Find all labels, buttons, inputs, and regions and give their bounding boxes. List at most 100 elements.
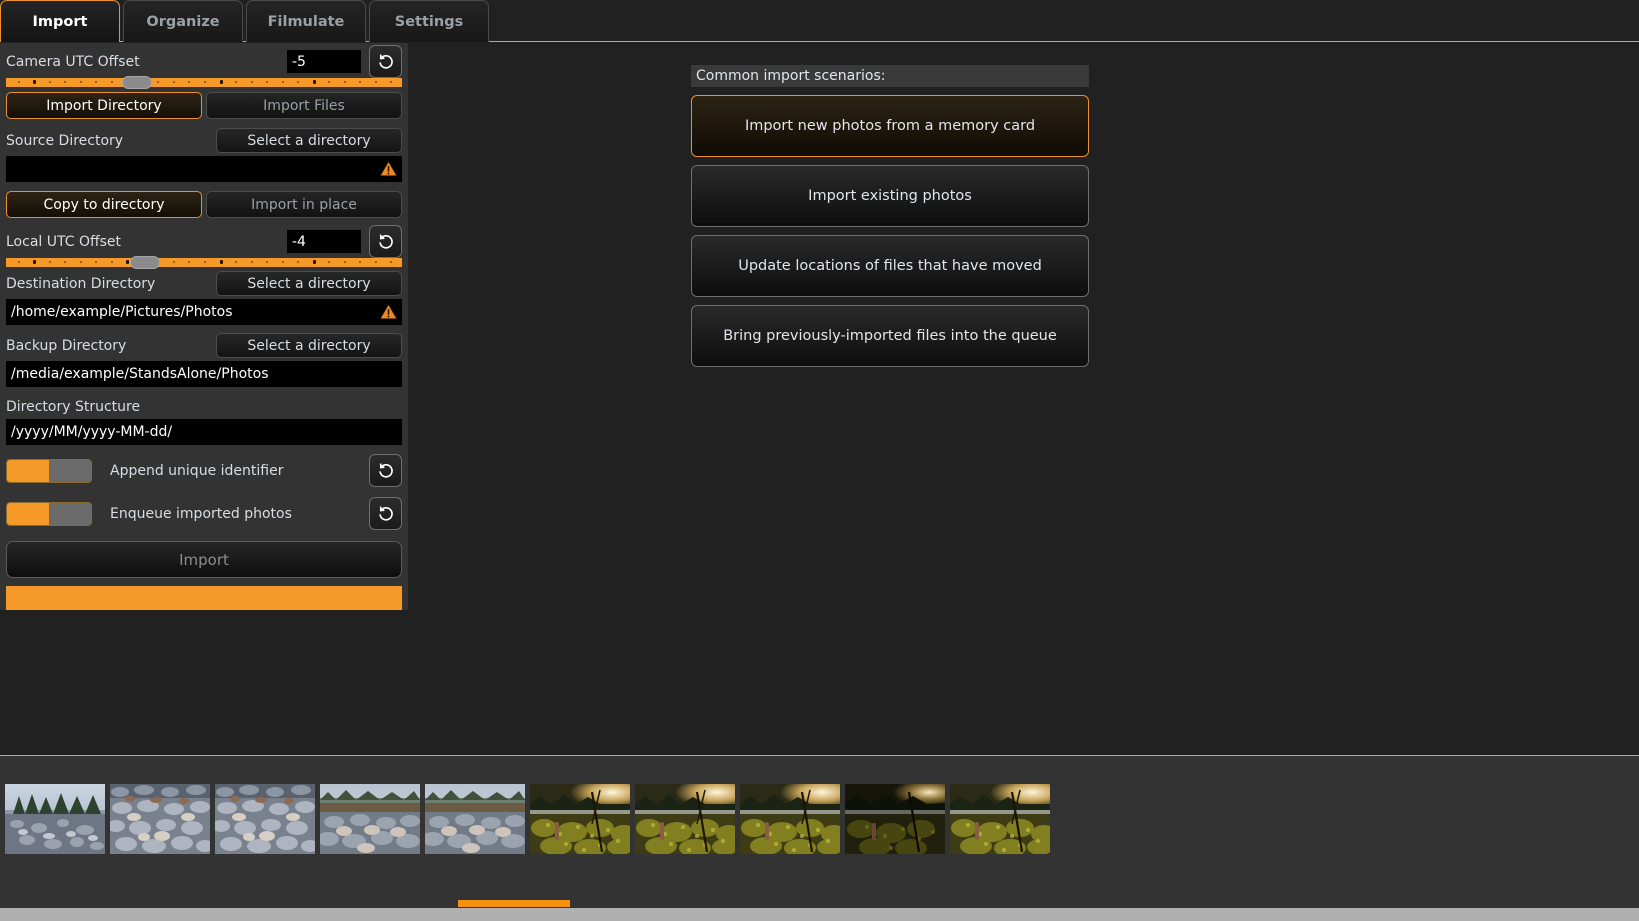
slider-tick (172, 81, 175, 83)
destination-directory-value: /home/example/Pictures/Photos (11, 304, 233, 320)
filmstrip-scrollbar[interactable] (0, 900, 1639, 907)
tab-organize[interactable]: Organize (123, 0, 243, 42)
slider-tick (328, 81, 331, 83)
filmstrip-thumbnail[interactable] (320, 784, 420, 854)
slider-tick (204, 81, 206, 83)
tab-filmulate[interactable]: Filmulate (246, 0, 366, 42)
slider-tick (79, 261, 82, 263)
local-utc-slider-ticks (6, 258, 402, 267)
slider-tick (48, 261, 51, 263)
slider-tick (235, 261, 238, 263)
local-utc-slider-handle[interactable] (129, 256, 160, 269)
slider-tick (297, 81, 300, 83)
append-unique-identifier-reset-button[interactable] (369, 454, 402, 487)
camera-utc-slider[interactable] (6, 76, 402, 89)
scenario-import-new-photos-button[interactable]: Import new photos from a memory card (691, 95, 1089, 157)
scenario-bring-into-queue-button[interactable]: Bring previously-imported files into the… (691, 305, 1089, 367)
toggle-fill (7, 459, 49, 482)
local-utc-offset-value[interactable]: -4 (287, 230, 361, 253)
source-directory-select-button[interactable]: Select a directory (216, 128, 402, 153)
source-directory-field[interactable] (6, 156, 402, 182)
tab-settings-label: Settings (394, 13, 464, 30)
toggle-knob (49, 502, 91, 525)
slider-tick (95, 261, 98, 263)
import-directory-button[interactable]: Import Directory (6, 92, 202, 119)
local-utc-reset-button[interactable] (369, 225, 402, 258)
append-unique-identifier-toggle[interactable] (6, 458, 92, 483)
filmstrip-thumbnail[interactable] (635, 784, 735, 854)
slider-tick (374, 261, 377, 263)
filmstrip-thumbnail[interactable] (425, 784, 525, 854)
append-unique-identifier-label: Append unique identifier (110, 462, 284, 479)
slider-tick (33, 80, 37, 84)
tab-filmulate-label: Filmulate (267, 13, 345, 30)
scenario-import-existing-photos-button[interactable]: Import existing photos (691, 165, 1089, 227)
filmstrip-thumbnail[interactable] (845, 784, 945, 854)
camera-utc-offset-value[interactable]: -5 (287, 50, 361, 73)
camera-utc-slider-handle[interactable] (121, 76, 152, 89)
reset-arrow-icon (378, 462, 393, 478)
filmstrip-thumbnail[interactable] (110, 784, 210, 854)
import-mode-toggle-group: Import Directory Import Files (0, 87, 408, 124)
import-progress-bar (6, 586, 402, 610)
backup-directory-select-button[interactable]: Select a directory (216, 333, 402, 358)
main-tab-bar: Import Organize Filmulate Settings (0, 0, 1639, 42)
local-utc-slider[interactable] (6, 256, 402, 269)
destination-directory-row: Destination Directory Select a directory (0, 267, 408, 299)
toggle-fill (7, 502, 49, 525)
bottom-bar (0, 908, 1639, 921)
tab-organize-label: Organize (146, 13, 220, 30)
tab-settings[interactable]: Settings (369, 0, 489, 42)
directory-structure-field[interactable]: /yyyy/MM/yyyy-MM-dd/ (6, 419, 402, 445)
backup-directory-field[interactable]: /media/example/StandsAlone/Photos (6, 361, 402, 387)
slider-tick (235, 81, 238, 83)
filmstrip-scrollbar-thumb[interactable] (458, 900, 570, 907)
import-settings-panel: Camera UTC Offset -5 Import Directory Im… (0, 43, 408, 610)
thumbnail-image (845, 784, 945, 854)
import-submit-button[interactable]: Import (6, 541, 402, 578)
scenarios-header: Common import scenarios: (691, 65, 1089, 87)
scenario-label: Update locations of files that have move… (738, 258, 1042, 274)
slider-tick (95, 81, 98, 83)
thumbnail-image (320, 784, 420, 854)
thumbnail-image (215, 784, 315, 854)
thumbnail-image (635, 784, 735, 854)
copy-to-directory-label: Copy to directory (43, 196, 165, 213)
import-files-button[interactable]: Import Files (206, 92, 402, 119)
filmstrip-thumbnails (5, 784, 1050, 854)
filmstrip-thumbnail[interactable] (950, 784, 1050, 854)
slider-tick (281, 261, 284, 263)
backup-directory-select-label: Select a directory (247, 337, 371, 354)
slider-tick (266, 261, 269, 263)
filmstrip-thumbnail[interactable] (740, 784, 840, 854)
slider-tick (390, 261, 393, 263)
source-directory-row: Source Directory Select a directory (0, 124, 408, 156)
enqueue-imported-photos-toggle[interactable] (6, 501, 92, 526)
slider-tick (64, 261, 67, 263)
slider-tick (188, 261, 191, 263)
local-utc-offset-label: Local UTC Offset (6, 233, 122, 250)
slider-tick (343, 261, 346, 263)
camera-utc-reset-button[interactable] (369, 45, 402, 78)
import-files-label: Import Files (263, 97, 345, 114)
filmstrip-thumbnail[interactable] (5, 784, 105, 854)
destination-directory-field[interactable]: /home/example/Pictures/Photos (6, 299, 402, 325)
filmstrip-thumbnail[interactable] (530, 784, 630, 854)
slider-tick (328, 261, 331, 263)
import-in-place-button[interactable]: Import in place (206, 191, 402, 218)
filmstrip-thumbnail[interactable] (215, 784, 315, 854)
scenario-update-locations-button[interactable]: Update locations of files that have move… (691, 235, 1089, 297)
backup-directory-value: /media/example/StandsAlone/Photos (11, 366, 269, 382)
tab-import[interactable]: Import (0, 0, 120, 42)
thumbnail-image (5, 784, 105, 854)
destination-directory-select-button[interactable]: Select a directory (216, 271, 402, 296)
copy-to-directory-button[interactable]: Copy to directory (6, 191, 202, 218)
reset-arrow-icon (378, 53, 393, 69)
destination-directory-label: Destination Directory (6, 275, 156, 292)
slider-tick (312, 80, 316, 84)
slider-tick (79, 81, 82, 83)
slider-tick (172, 261, 175, 263)
reset-arrow-icon (378, 233, 393, 249)
source-directory-label: Source Directory (6, 132, 124, 149)
enqueue-imported-photos-reset-button[interactable] (369, 497, 402, 530)
